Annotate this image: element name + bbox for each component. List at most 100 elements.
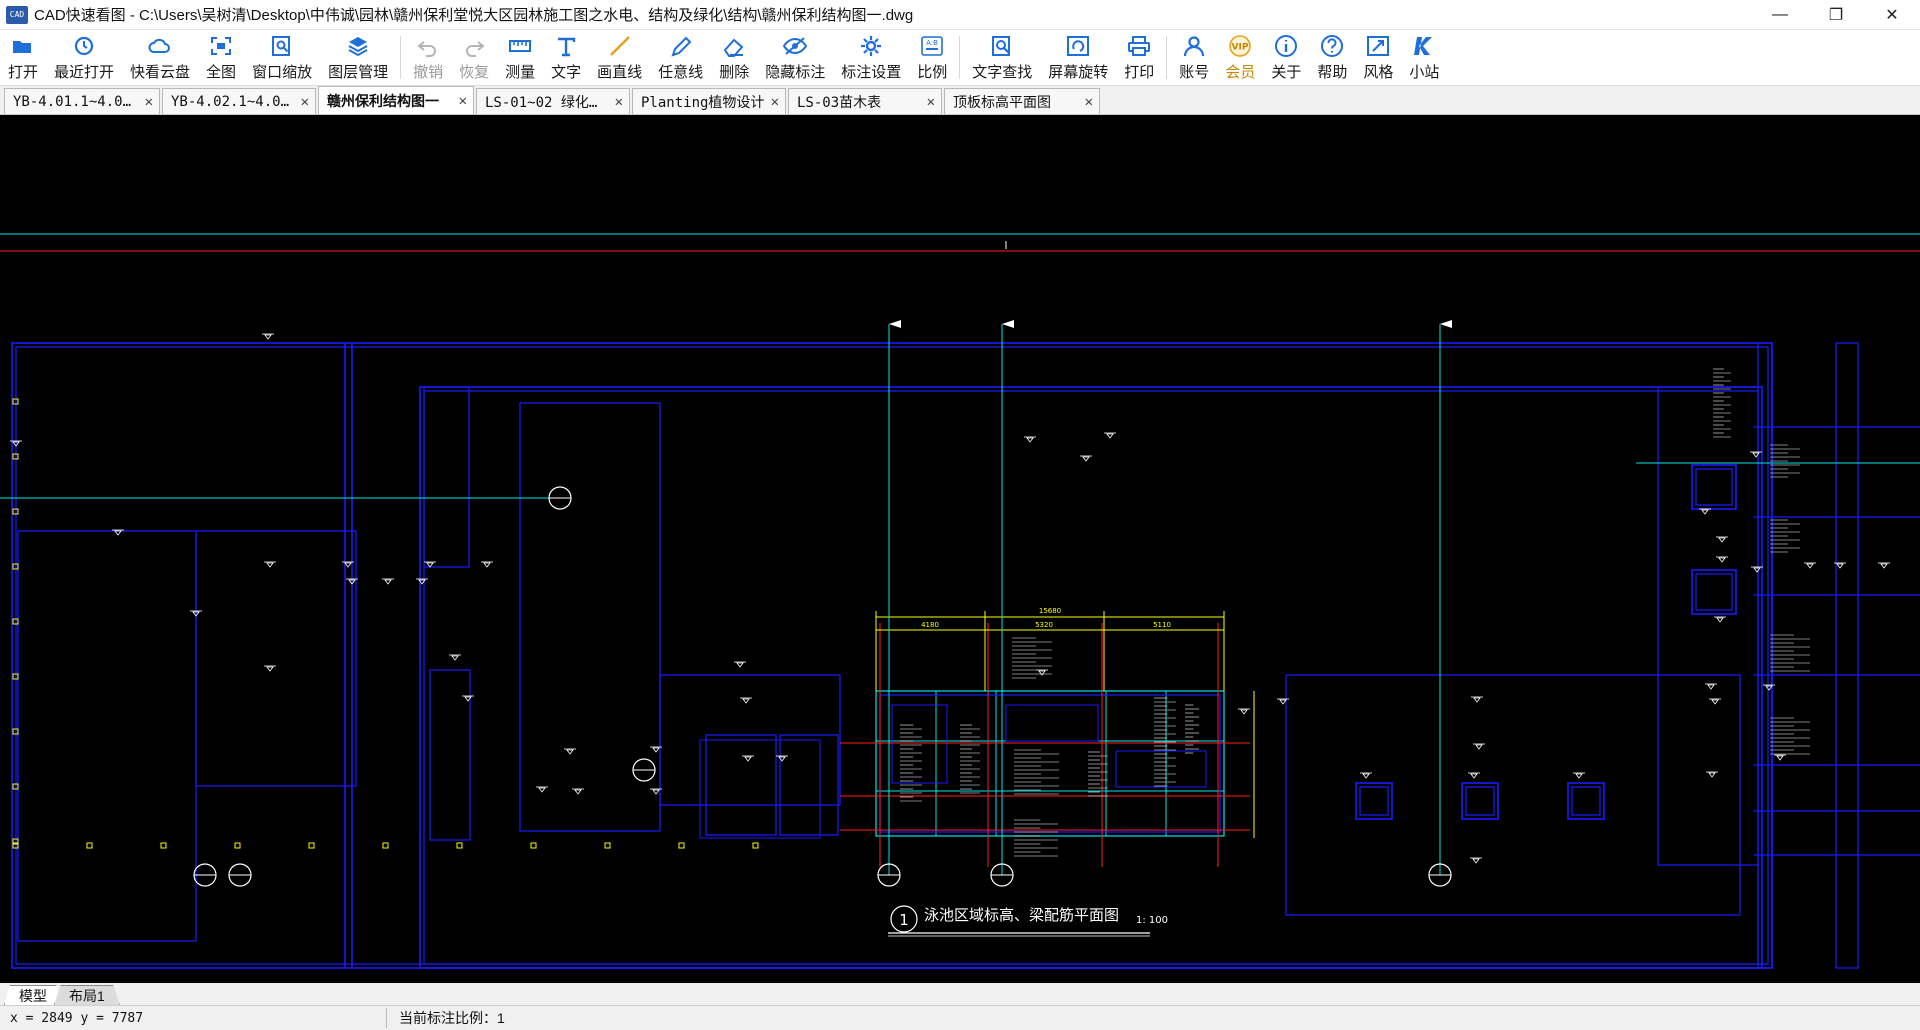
printer-icon [1126,34,1152,58]
station-button[interactable]: 小站 [1401,30,1447,86]
cad-elevation-mark [483,562,491,568]
cad-column-marker [308,842,315,849]
findtext-button[interactable]: 文字查找 [964,30,1040,86]
cad-column [1695,573,1733,611]
tab-label: Planting植物设计 [641,94,765,111]
undo-icon [415,34,441,58]
cad-outer-wall [11,342,1773,969]
cad-dimension-text: 5110 [1153,621,1171,629]
scale-icon: A:B [919,34,945,58]
tab-close-icon[interactable]: ✕ [301,94,309,110]
document-tab[interactable]: 顶板标高平面图 ✕ [944,88,1100,114]
cad-wall [423,386,470,568]
layout-tab[interactable]: 模型 [4,985,62,1005]
cad-wall [891,704,948,784]
window-controls: — ❐ ✕ [1752,0,1920,30]
cad-drawing[interactable]: 15680 4180 5320 5110 1 泳池区域标高、梁配筋平面图 1: 100 [0,115,1920,983]
line-icon [607,34,633,58]
cloud-icon [147,34,173,58]
document-tab[interactable]: 赣州保利结构图一 ✕ [318,86,474,114]
k-icon [1411,34,1437,58]
window-title: CAD快速看图 - C:\Users\吴树清\Desktop\中伟诚\园林\赣州… [34,7,914,24]
cad-wall [699,739,821,839]
style-label: 风格 [1363,64,1394,81]
line-button[interactable]: 画直线 [589,30,650,86]
cad-elevation-mark [1880,563,1888,569]
pen-icon [668,34,694,58]
tab-close-icon[interactable]: ✕ [459,93,467,109]
cad-elevation-mark [538,787,546,793]
recent-button[interactable]: 最近打开 [46,30,122,86]
markset-button[interactable]: 标注设置 [833,30,909,86]
eye-icon [782,34,808,58]
account-label: 账号 [1179,64,1210,81]
toolbar-separator [400,36,402,79]
tab-close-icon[interactable]: ✕ [927,94,935,110]
hide-button[interactable]: 隐藏标注 [757,30,833,86]
cad-wall [195,530,357,787]
undo-button[interactable]: 撤销 [405,30,451,86]
rotate-button[interactable]: 屏幕旋转 [1040,30,1116,86]
document-tab[interactable]: LS-03苗木表 ✕ [788,88,942,114]
tab-close-icon[interactable]: ✕ [145,94,153,110]
cad-elevation-mark [344,562,352,568]
fullview-button[interactable]: 全图 [198,30,244,86]
layout-tab[interactable]: 布局1 [54,985,120,1005]
delete-button[interactable]: 删除 [711,30,757,86]
rotate-label: 屏幕旋转 [1048,64,1109,81]
cad-wall [1757,342,1773,969]
cad-elevation-mark [1776,755,1784,761]
cloud-button[interactable]: 快看云盘 [122,30,198,86]
cad-wall [1285,674,1741,916]
cad-wall [1005,704,1099,742]
drawing-canvas[interactable]: 15680 4180 5320 5110 1 泳池区域标高、梁配筋平面图 1: 100 [0,115,1920,983]
tab-close-icon[interactable]: ✕ [1085,94,1093,110]
tab-label: YB-4.02.1~4.0… [171,93,290,110]
cad-column [1695,468,1733,506]
minimize-button[interactable]: — [1752,0,1808,30]
redo-button[interactable]: 恢复 [451,30,497,86]
tab-close-icon[interactable]: ✕ [615,94,623,110]
cad-column-marker [752,842,759,849]
text-button[interactable]: 文字 [543,30,589,86]
layers-button[interactable]: 图层管理 [320,30,396,86]
scale-label: 比例 [917,64,948,81]
status-bar: x = 2849 y = 7787 当前标注比例：1 [0,1005,1920,1030]
cad-elevation-mark [384,579,392,585]
zoomwin-button[interactable]: 窗口缩放 [244,30,320,86]
tab-label: LS-03苗木表 [797,94,882,111]
cad-elevation-mark [652,747,660,753]
document-tab[interactable]: YB-4.02.1~4.0… ✕ [162,88,316,114]
print-button[interactable]: 打印 [1116,30,1162,86]
restore-button[interactable]: ❐ [1808,0,1864,30]
freeline-label: 任意线 [658,64,704,81]
document-tab-bar: YB-4.01.1~4.0… ✕ YB-4.02.1~4.0… ✕ 赣州保利结构图一 ✕ L… [0,86,1920,115]
style-button[interactable]: 风格 [1355,30,1401,86]
app-logo-icon: CAD [6,5,28,24]
title-bar: CAD CAD快速看图 - C:\Users\吴树清\Desktop\中伟诚\园… [0,0,1920,30]
document-tab[interactable]: LS-01~02 绿化… ✕ [476,88,630,114]
scale-button[interactable]: A:B 比例 [909,30,955,86]
cad-caption-number: 1 [899,911,909,929]
tab-close-icon[interactable]: ✕ [771,94,779,110]
document-tab[interactable]: YB-4.01.1~4.0… ✕ [4,88,160,114]
cad-elevation-mark [1362,773,1370,779]
help-button[interactable]: 帮助 [1309,30,1355,86]
account-button[interactable]: 账号 [1171,30,1217,86]
folder-icon [10,34,36,58]
vip-label: 会员 [1225,64,1256,81]
document-tab[interactable]: Planting植物设计 ✕ [632,88,786,114]
cad-column-marker [382,842,389,849]
svg-text:VIP: VIP [1232,43,1249,53]
vip-button[interactable]: VIP 会员 [1217,30,1263,86]
close-button[interactable]: ✕ [1864,0,1920,30]
open-button[interactable]: 打开 [0,30,46,86]
cad-elevation-mark [736,662,744,668]
cad-elevation-mark [1082,456,1090,462]
measure-label: 测量 [505,64,536,81]
measure-button[interactable]: 测量 [497,30,543,86]
gear-icon [858,34,884,58]
station-label: 小站 [1409,64,1440,81]
about-button[interactable]: 关于 [1263,30,1309,86]
freeline-button[interactable]: 任意线 [650,30,711,86]
